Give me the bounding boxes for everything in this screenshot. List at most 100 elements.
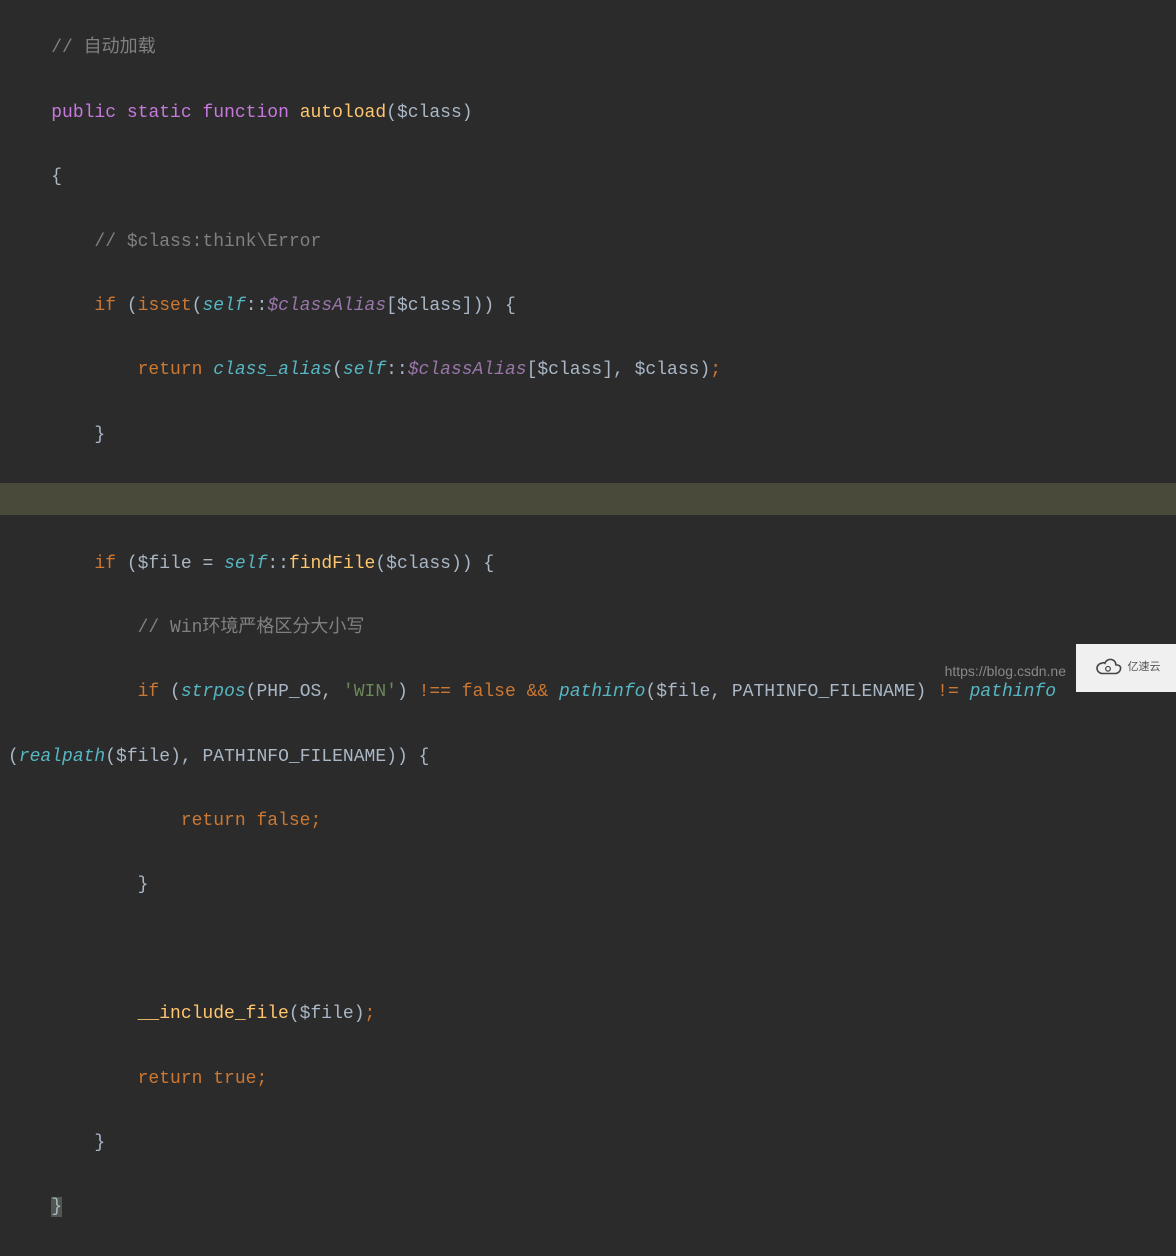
paren: (: [170, 682, 181, 702]
paren: (: [246, 682, 257, 702]
findfile-fn: findFile: [289, 554, 375, 574]
bracket: ]: [602, 360, 613, 380]
comma: ,: [710, 682, 721, 702]
paren: ): [462, 103, 473, 123]
comma: ,: [181, 747, 192, 767]
code-line: }: [0, 1127, 1176, 1159]
brace: }: [94, 425, 105, 445]
class-alias-var: $classAlias: [267, 296, 386, 316]
code-line: // Win环境严格区分大小写: [0, 612, 1176, 644]
isset-fn: isset: [138, 296, 192, 316]
comma: ,: [321, 682, 332, 702]
logo-text: 亿速云: [1128, 658, 1161, 678]
strpos-fn: strpos: [181, 682, 246, 702]
paren: )): [386, 747, 408, 767]
paren: (: [386, 103, 397, 123]
semicolon: ;: [710, 360, 721, 380]
code-line: __include_file($file);: [0, 998, 1176, 1030]
brace: {: [51, 167, 62, 187]
paren: ): [916, 682, 927, 702]
pathinfo-fn: pathinfo: [970, 682, 1056, 702]
keyword-if: if: [94, 554, 116, 574]
variable: $class: [386, 554, 451, 574]
logo-box: 亿速云: [1076, 644, 1176, 692]
paren: (: [127, 296, 138, 316]
keyword-static: static: [127, 103, 192, 123]
semicolon: ;: [256, 1069, 267, 1089]
brace: {: [483, 554, 494, 574]
assign-op: =: [202, 554, 213, 574]
code-editor[interactable]: // 自动加载 public static function autoload(…: [0, 0, 1176, 1256]
class-alias-fn: class_alias: [213, 360, 332, 380]
code-line: public static function autoload($class): [0, 97, 1176, 129]
paren: ): [170, 747, 181, 767]
cloud-icon: [1092, 657, 1124, 679]
return-keyword: return: [181, 811, 246, 831]
pathinfo-const: PATHINFO_FILENAME: [203, 747, 387, 767]
watermark-text: https://blog.csdn.ne: [945, 659, 1066, 684]
pathinfo-const: PATHINFO_FILENAME: [732, 682, 916, 702]
php-os-const: PHP_OS: [256, 682, 321, 702]
code-line: if (isset(self::$classAlias[$class])) {: [0, 290, 1176, 322]
variable: $file: [138, 554, 192, 574]
semicolon: ;: [365, 1004, 376, 1024]
brace: {: [505, 296, 516, 316]
keyword-public: public: [51, 103, 116, 123]
realpath-fn: realpath: [19, 747, 105, 767]
class-alias-var: $classAlias: [408, 360, 527, 380]
paren: (: [332, 360, 343, 380]
code-line: [0, 934, 1176, 966]
paren: (: [105, 747, 116, 767]
variable: $class: [537, 360, 602, 380]
comment-text: // 自动加载: [51, 38, 155, 58]
and-op: &&: [527, 682, 549, 702]
variable: $class: [635, 360, 700, 380]
false-keyword: false: [256, 811, 310, 831]
variable: $file: [300, 1004, 354, 1024]
bracket: ])): [462, 296, 494, 316]
true-keyword: true: [213, 1069, 256, 1089]
variable: $file: [116, 747, 170, 767]
code-line: (realpath($file), PATHINFO_FILENAME)) {: [0, 741, 1176, 773]
self-keyword: self: [202, 296, 245, 316]
pathinfo-fn: pathinfo: [559, 682, 645, 702]
code-line: }: [0, 419, 1176, 451]
variable: $class: [397, 296, 462, 316]
keyword-if: if: [138, 682, 160, 702]
double-colon: ::: [386, 360, 408, 380]
closing-brace-cursor: }: [51, 1197, 62, 1217]
string-literal: 'WIN': [343, 682, 397, 702]
code-line-highlighted: [0, 483, 1176, 515]
brace: }: [138, 875, 149, 895]
return-keyword: return: [127, 360, 203, 380]
semicolon: ;: [310, 811, 321, 831]
comment-text: // Win环境严格区分大小写: [138, 618, 365, 638]
double-colon: ::: [246, 296, 268, 316]
code-line: if ($file = self::findFile($class)) {: [0, 548, 1176, 580]
code-line: }: [0, 1191, 1176, 1223]
comment-text: // $class:think\Error: [94, 232, 321, 252]
bracket: [: [386, 296, 397, 316]
code-line: return false;: [0, 805, 1176, 837]
brace: {: [419, 747, 430, 767]
code-line: // 自动加载: [0, 32, 1176, 64]
keyword-function: function: [202, 103, 288, 123]
paren: (: [645, 682, 656, 702]
comma: ,: [613, 360, 624, 380]
return-keyword: return: [138, 1069, 203, 1089]
paren: (: [375, 554, 386, 574]
paren: (: [8, 747, 19, 767]
bracket: [: [527, 360, 538, 380]
code-line: {: [0, 161, 1176, 193]
paren: (: [289, 1004, 300, 1024]
code-line: return true;: [0, 1063, 1176, 1095]
code-line: }: [0, 869, 1176, 901]
paren: )): [451, 554, 473, 574]
code-line: return class_alias(self::$classAlias[$cl…: [0, 354, 1176, 386]
paren: ): [354, 1004, 365, 1024]
keyword-if: if: [94, 296, 116, 316]
brace: }: [94, 1133, 105, 1153]
paren: ): [397, 682, 408, 702]
double-colon: ::: [267, 554, 289, 574]
include-file-fn: __include_file: [138, 1004, 289, 1024]
